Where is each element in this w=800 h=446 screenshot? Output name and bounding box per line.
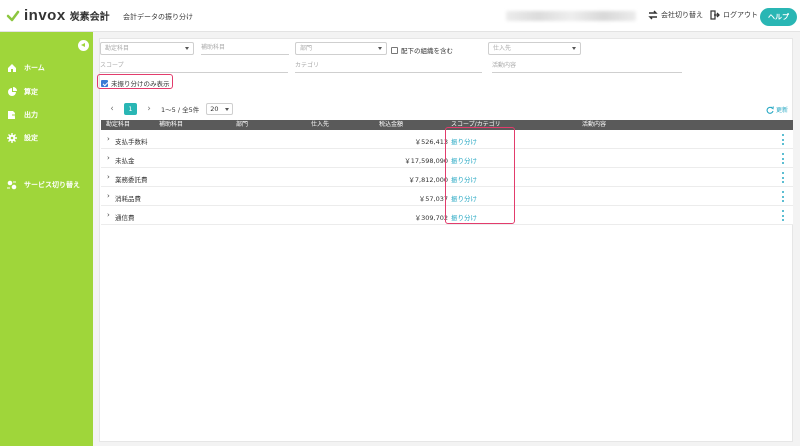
logout-button[interactable]: ログアウト <box>710 10 758 20</box>
more-options-icon[interactable] <box>781 134 785 145</box>
pagination: ‹ 1 › 1〜5 / 全5件 20 <box>107 102 234 116</box>
account-name: 消耗品費 <box>115 195 141 203</box>
account-name: 支払手数料 <box>115 138 148 146</box>
next-page-icon[interactable]: › <box>144 103 154 115</box>
amount: ￥17,598,090 <box>404 157 448 165</box>
unassigned-only-label: 未振り分けのみ表示 <box>111 80 170 88</box>
unassigned-only-checkbox[interactable]: 未振り分けのみ表示 <box>101 78 170 88</box>
app-logo[interactable]: invox 炭素会計 <box>6 7 110 24</box>
logout-label: ログアウト <box>723 11 758 19</box>
sidebar: ホーム 算定 出力 設定 サービス切り替え <box>0 32 93 446</box>
result-range: 1〜5 / 全5件 <box>161 106 200 114</box>
sidebar-item-settings[interactable]: 設定 <box>7 133 38 143</box>
account-name: 通信費 <box>115 214 135 222</box>
sidebar-item-label: ホーム <box>24 64 45 72</box>
export-icon <box>8 111 17 119</box>
amount: ￥309,702 <box>414 214 448 222</box>
category-placeholder: カテゴリ <box>295 62 320 69</box>
page-title: 会計データの振り分け <box>123 13 193 21</box>
more-options-icon[interactable] <box>781 210 785 221</box>
expand-chevron-icon[interactable]: › <box>107 173 110 181</box>
more-options-icon[interactable] <box>781 191 785 202</box>
category-field[interactable]: カテゴリ <box>295 60 482 73</box>
expand-chevron-icon[interactable]: › <box>107 192 110 200</box>
sidebar-item-label: 設定 <box>24 134 38 142</box>
expand-chevron-icon[interactable]: › <box>107 211 110 219</box>
more-options-icon[interactable] <box>781 153 785 164</box>
column-header[interactable]: 税込金額 <box>379 121 403 129</box>
amount: ￥7,812,000 <box>408 176 448 184</box>
column-header[interactable]: 仕入先 <box>311 121 329 129</box>
sub-account-placeholder: 補助科目 <box>201 44 226 51</box>
logout-icon <box>710 10 720 20</box>
account-name: 業務委託費 <box>115 176 148 184</box>
collapse-sidebar-icon[interactable] <box>78 40 89 51</box>
switch-company-button[interactable]: 会社切り替え <box>648 10 703 20</box>
account-select[interactable]: 勘定科目 <box>100 42 194 55</box>
column-header[interactable]: 活動内容 <box>582 121 606 129</box>
scope-field[interactable]: スコープ <box>100 60 288 73</box>
page-size-select[interactable]: 20 <box>206 103 234 115</box>
include-sub-org-checkbox[interactable]: 配下の組織を含む <box>391 45 453 55</box>
expand-chevron-icon[interactable]: › <box>107 135 110 143</box>
service-switch-icon <box>7 180 17 190</box>
chevron-down-icon <box>378 47 382 50</box>
sidebar-item-service-switch[interactable]: サービス切り替え <box>7 180 80 190</box>
pie-chart-icon <box>8 87 17 96</box>
column-header[interactable]: 補助科目 <box>159 121 183 129</box>
main-area: 勘定科目 補助科目 部門 配下の組織を含む 仕入先 スコープ カテゴリ 活動内容 <box>93 32 800 446</box>
sidebar-item-label: 算定 <box>24 88 38 96</box>
leaf-logo-icon <box>6 10 20 21</box>
refresh-icon <box>766 105 774 114</box>
sidebar-item-home[interactable]: ホーム <box>7 63 45 73</box>
scope-placeholder: スコープ <box>100 62 124 69</box>
column-header[interactable]: 勘定科目 <box>106 121 130 129</box>
content-panel: 勘定科目 補助科目 部門 配下の組織を含む 仕入先 スコープ カテゴリ 活動内容 <box>97 38 793 442</box>
more-options-icon[interactable] <box>781 172 785 183</box>
sidebar-item-label: 出力 <box>24 111 38 119</box>
refresh-label: 更新 <box>776 107 789 114</box>
supplier-select-placeholder: 仕入先 <box>493 45 512 52</box>
chevron-down-icon <box>572 47 576 50</box>
include-sub-org-label: 配下の組織を含む <box>401 47 453 55</box>
sub-account-field[interactable]: 補助科目 <box>201 42 289 55</box>
sidebar-item-calculation[interactable]: 算定 <box>7 87 38 97</box>
current-page-button[interactable]: 1 <box>124 103 137 115</box>
company-name-redacted <box>506 11 636 21</box>
amount: ￥57,037 <box>418 195 448 203</box>
app-header: invox 炭素会計 会計データの振り分け 会社切り替え ログアウト ヘルプ <box>0 0 800 32</box>
switch-company-label: 会社切り替え <box>661 11 703 19</box>
column-header[interactable]: 部門 <box>236 121 248 129</box>
logo-subtitle: 炭素会計 <box>69 12 110 23</box>
home-icon <box>8 64 16 72</box>
checkbox-box[interactable] <box>391 46 398 54</box>
activity-field[interactable]: 活動内容 <box>492 60 682 73</box>
chevron-down-icon <box>185 47 189 50</box>
account-select-placeholder: 勘定科目 <box>105 45 130 52</box>
activity-placeholder: 活動内容 <box>492 62 517 69</box>
help-button[interactable]: ヘルプ <box>760 8 797 26</box>
switch-icon <box>648 10 658 20</box>
sidebar-item-output[interactable]: 出力 <box>7 110 38 120</box>
account-name: 未払金 <box>115 157 135 165</box>
highlight-frame <box>445 127 515 224</box>
logo-wordmark: invox <box>24 7 66 24</box>
gear-icon <box>7 133 17 143</box>
page-size-value: 20 <box>210 105 219 113</box>
chevron-down-icon <box>225 108 230 111</box>
prev-page-icon[interactable]: ‹ <box>107 103 117 115</box>
amount: ￥526,413 <box>414 138 448 146</box>
sidebar-item-label: サービス切り替え <box>24 181 80 189</box>
checkbox-box-checked[interactable] <box>101 79 108 87</box>
department-select-placeholder: 部門 <box>300 45 313 52</box>
expand-chevron-icon[interactable]: › <box>107 154 110 162</box>
department-select[interactable]: 部門 <box>295 42 387 55</box>
supplier-select[interactable]: 仕入先 <box>488 42 581 55</box>
refresh-button[interactable]: 更新 <box>766 105 788 114</box>
